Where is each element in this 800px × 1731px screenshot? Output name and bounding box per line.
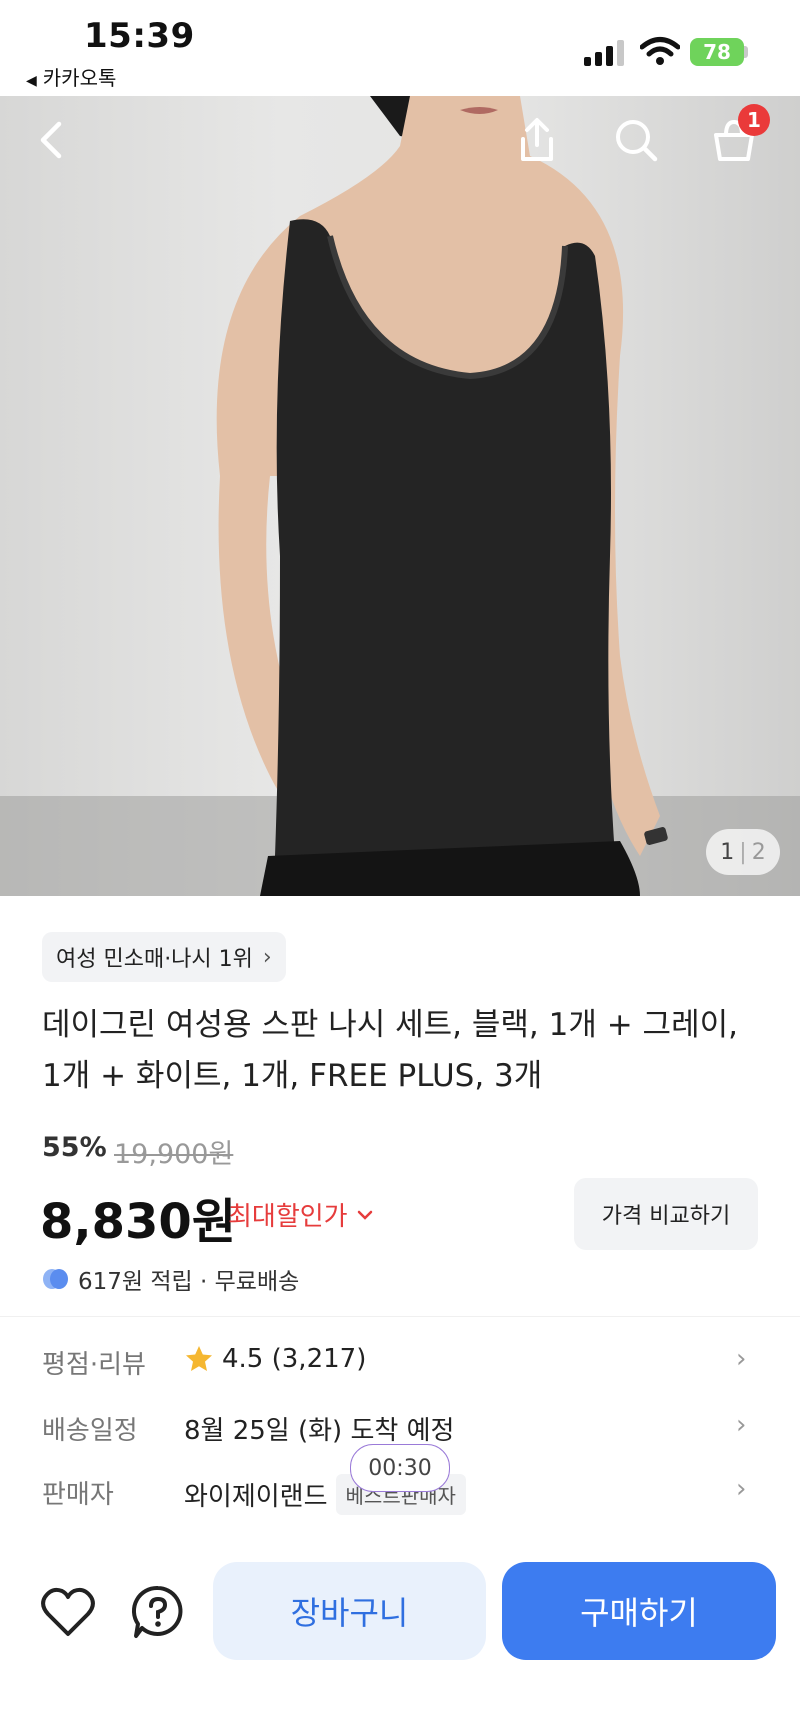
cellular-signal-icon (584, 40, 624, 66)
shipping-value: 8월 25일 (화) 도착 예정 (184, 1416, 455, 1446)
rating-chevron-icon[interactable]: › (736, 1344, 746, 1374)
chevron-down-icon (357, 1210, 372, 1220)
back-to-app-link[interactable]: ◀ 카카오톡 (26, 62, 116, 91)
points-text: 617원 적립 · 무료배송 (78, 1269, 300, 1295)
points-shipping-row: 617원 적립 · 무료배송 (42, 1262, 299, 1296)
wishlist-heart-icon[interactable] (40, 1586, 96, 1638)
rating-row[interactable]: 4.5 (3,217) (184, 1344, 366, 1374)
chevron-left-icon (40, 121, 62, 159)
back-button[interactable] (22, 110, 82, 170)
status-time: 15:39 (84, 16, 195, 56)
battery-cap (744, 46, 748, 58)
original-price: 19,900원 (114, 1139, 234, 1170)
search-icon (616, 120, 658, 162)
seller-value: 와이제이랜드 (184, 1482, 328, 1512)
max-discount-toggle[interactable]: 최대할인가 (228, 1196, 374, 1233)
sale-price: 8,830원 (40, 1194, 236, 1250)
search-button[interactable] (606, 110, 666, 170)
category-rank-chip[interactable]: 여성 민소매·나시 1위 › (42, 932, 286, 982)
timer-pill: 00:30 (350, 1444, 450, 1492)
seller-chevron-icon[interactable]: › (736, 1474, 746, 1504)
product-photo (0, 96, 800, 896)
image-pager: 1 | 2 (706, 829, 780, 875)
pager-current: 1 (720, 839, 735, 865)
buy-now-button[interactable]: 구매하기 (502, 1562, 776, 1660)
rating-value: 4.5 (3,217) (222, 1344, 367, 1374)
rating-label: 평점·리뷰 (42, 1350, 146, 1380)
pager-total: 2 (751, 839, 766, 865)
share-button[interactable] (507, 110, 567, 170)
points-coin-icon (43, 1269, 68, 1289)
discount-rate: 55% (42, 1132, 107, 1163)
cart-count-badge: 1 (738, 104, 770, 136)
star-icon (186, 1346, 212, 1371)
back-triangle-icon: ◀ (26, 73, 37, 89)
compare-price-button[interactable]: 가격 비교하기 (574, 1178, 758, 1250)
chevron-right-icon: › (262, 944, 272, 970)
shipping-row[interactable]: 8월 25일 (화) 도착 예정 (184, 1410, 454, 1447)
pager-separator: | (739, 839, 747, 865)
product-title: 데이그린 여성용 스판 나시 세트, 블랙, 1개 + 그레이, 1개 + 화이… (42, 1007, 738, 1094)
shipping-label: 배송일정 (42, 1416, 138, 1446)
product-image-carousel[interactable] (0, 96, 800, 896)
question-icon[interactable] (130, 1584, 186, 1640)
back-app-label: 카카오톡 (42, 66, 117, 90)
wifi-icon (640, 37, 680, 65)
share-icon (521, 118, 553, 161)
seller-label: 판매자 (42, 1480, 114, 1510)
rank-chip-label: 여성 민소매·나시 1위 (56, 947, 253, 972)
add-to-cart-button[interactable]: 장바구니 (213, 1562, 486, 1660)
battery-indicator: 78 (690, 38, 744, 66)
max-discount-label: 최대할인가 (228, 1202, 348, 1232)
shipping-chevron-icon[interactable]: › (736, 1410, 746, 1440)
section-divider (0, 1316, 800, 1317)
